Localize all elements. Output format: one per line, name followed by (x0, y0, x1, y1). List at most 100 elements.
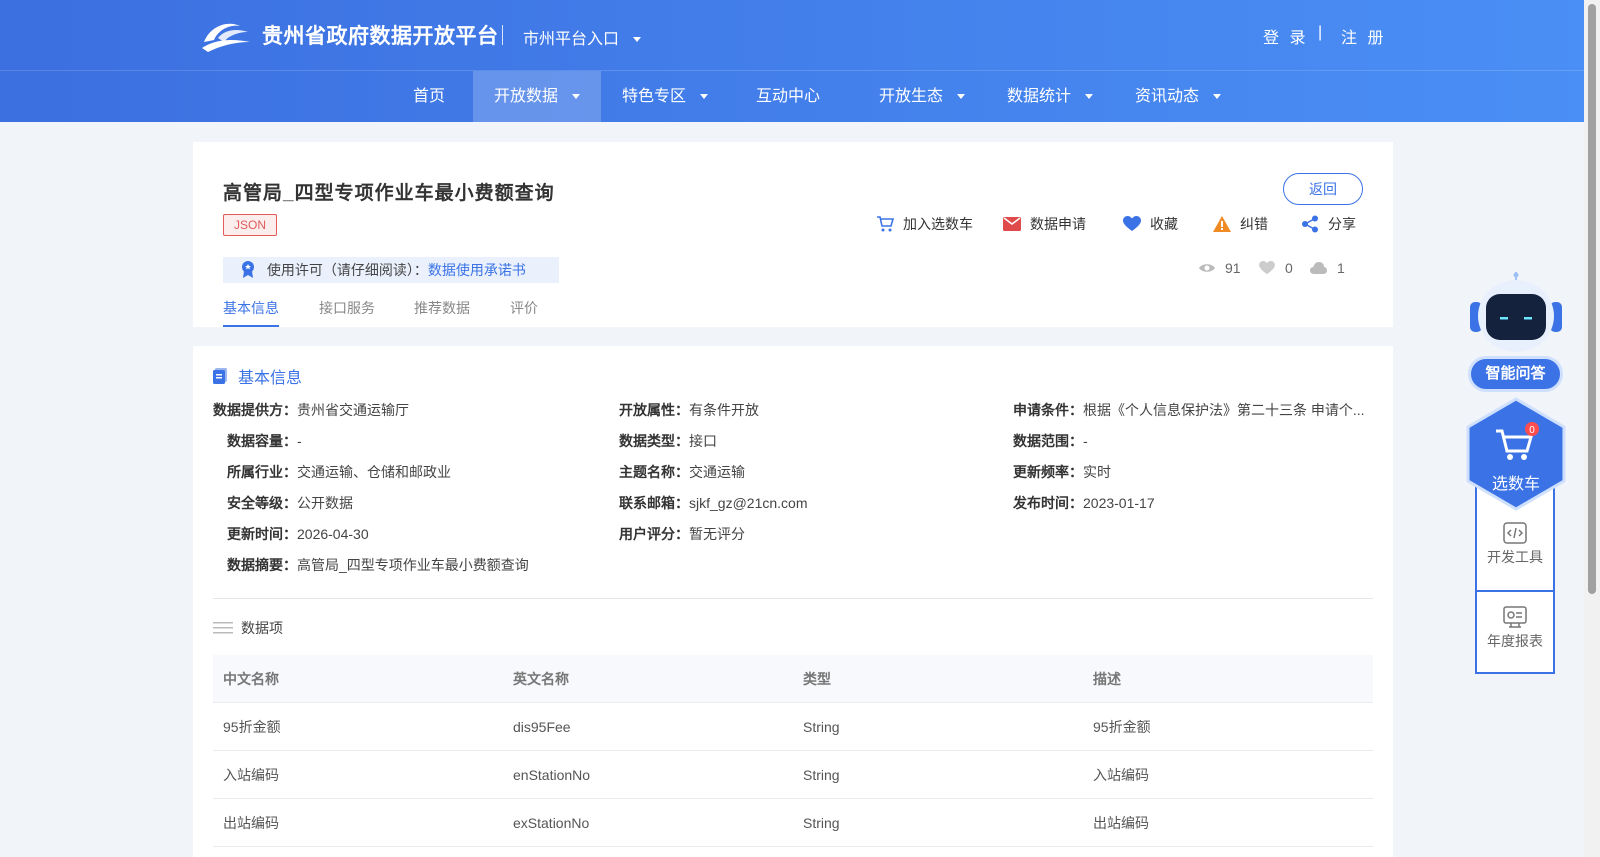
section-divider (213, 598, 1373, 599)
field-industry: 所属行业：交通运输、仓储和邮政业 (227, 462, 451, 482)
field-value: 2026-04-30 (297, 526, 369, 542)
nav-item-special[interactable]: 特色专区 (601, 71, 729, 123)
share-button[interactable]: 分享 (1301, 214, 1356, 234)
back-button[interactable]: 返回 (1283, 173, 1363, 205)
annual-report-label: 年度报表 (1487, 633, 1543, 649)
chevron-down-icon (572, 94, 580, 100)
column-header: 英文名称 (513, 671, 569, 687)
doc-icon (213, 368, 227, 384)
likes-count: 0 (1285, 260, 1293, 276)
top-header: 贵州省政府数据开放平台 市州平台入口 登 录 | 注 册 (0, 0, 1584, 70)
field-key: 数据容量： (227, 433, 297, 449)
field-key: 数据类型： (619, 433, 689, 449)
chevron-down-icon (957, 94, 965, 100)
tab-recommended[interactable]: 推荐数据 (414, 298, 470, 327)
warning-icon (1213, 216, 1231, 232)
table-cell: String (803, 815, 840, 831)
nav-item-label: 首页 (412, 88, 445, 105)
login-link[interactable]: 登 录 (1263, 24, 1308, 48)
field-key: 数据提供方： (213, 402, 297, 418)
table-cell: 出站编码 (1093, 815, 1149, 831)
report-error-label: 纠错 (1240, 216, 1268, 232)
field-key: 数据范围： (1013, 433, 1083, 449)
license-label: 使用许可（请仔细阅读）： (266, 262, 428, 278)
field-value: - (297, 433, 302, 449)
data-apply-button[interactable]: 数据申请 (1003, 214, 1086, 234)
tab-review[interactable]: 评价 (510, 298, 538, 327)
favorite-button[interactable]: 收藏 (1123, 214, 1178, 234)
nav-item-label: 互动中心 (755, 88, 820, 105)
dev-tools-button[interactable]: 开发工具 (1477, 522, 1553, 567)
field-provider: 数据提供方：贵州省交通运输厅 (213, 400, 409, 420)
field-value: 高管局_四型专项作业车最小费额查询 (297, 557, 529, 573)
cart-label[interactable]: 选数车 (1466, 470, 1566, 494)
nav-item-home[interactable]: 首页 (380, 71, 478, 123)
field-topic: 主题名称：交通运输 (619, 462, 745, 482)
field-email: 联系邮箱：sjkf_gz@21cn.com (619, 493, 807, 513)
site-title[interactable]: 贵州省政府数据开放平台 (262, 20, 499, 50)
field-value: 交通运输 (689, 464, 745, 480)
downloads-count: 1 (1337, 260, 1345, 276)
downloads-stat: 1 (1310, 260, 1345, 276)
nav-item-label: 数据统计 (1006, 88, 1071, 105)
field-key: 数据摘要： (227, 557, 297, 573)
panel-divider (1477, 590, 1553, 592)
field-key: 安全等级： (227, 495, 297, 511)
table-header-row: 中文名称 英文名称 类型 描述 (213, 655, 1373, 703)
add-to-cart-label: 加入选数车 (903, 216, 973, 232)
annual-report-button[interactable]: 年度报表 (1477, 606, 1553, 651)
table-row: 入站编码 enStationNo String 入站编码 (213, 751, 1373, 799)
field-key: 联系邮箱： (619, 495, 689, 511)
nav-item-label: 开放生态 (878, 88, 943, 105)
dataset-title: 高管局_四型专项作业车最小费额查询 (223, 183, 555, 204)
logo-icon[interactable] (200, 16, 252, 54)
license-link[interactable]: 数据使用承诺书 (428, 262, 526, 278)
field-value: 2023-01-17 (1083, 495, 1155, 511)
field-value: 交通运输、仓储和邮政业 (297, 464, 451, 480)
nav-item-open-data[interactable]: 开放数据 (473, 71, 601, 123)
column-header: 描述 (1093, 671, 1121, 687)
basic-info-card: 基本信息 数据提供方：贵州省交通运输厅 数据容量：- 所属行业：交通运输、仓储和… (193, 346, 1393, 857)
views-count: 91 (1225, 260, 1241, 276)
field-key: 所属行业： (227, 464, 297, 480)
field-summary: 数据摘要：高管局_四型专项作业车最小费额查询 (227, 555, 529, 575)
robot-icon[interactable] (1470, 272, 1562, 354)
field-open-attr: 开放属性：有条件开放 (619, 400, 759, 420)
nav-item-ecosystem[interactable]: 开放生态 (858, 71, 986, 123)
nav-item-label: 特色专区 (621, 88, 686, 105)
field-value: 公开数据 (297, 495, 353, 511)
table-cell: 95折金额 (1093, 719, 1151, 735)
code-icon (1503, 522, 1527, 544)
data-items-table: 中文名称 英文名称 类型 描述 95折金额 dis95Fee String 95… (213, 655, 1373, 847)
share-icon (1302, 215, 1318, 233)
nav-item-interaction[interactable]: 互动中心 (738, 71, 838, 123)
field-value: 有条件开放 (689, 402, 759, 418)
table-row: 出站编码 exStationNo String 出站编码 (213, 799, 1373, 847)
scrollbar-thumb[interactable] (1588, 4, 1596, 594)
field-publish: 发布时间：2023-01-17 (1013, 493, 1155, 513)
report-error-button[interactable]: 纠错 (1213, 214, 1268, 234)
likes-stat: 0 (1259, 260, 1293, 276)
register-link[interactable]: 注 册 (1341, 24, 1386, 48)
license-badge-icon (242, 261, 254, 278)
tab-api-service[interactable]: 接口服务 (319, 298, 375, 327)
city-entry-dropdown[interactable]: 市州平台入口 (523, 25, 642, 49)
cart-count: 0 (1529, 425, 1535, 436)
table-cell: String (803, 767, 840, 783)
field-value: 实时 (1083, 464, 1111, 480)
nav-item-news[interactable]: 资讯动态 (1114, 71, 1242, 123)
list-icon (213, 622, 233, 634)
format-tag: JSON (223, 214, 278, 236)
table-cell: 出站编码 (223, 815, 279, 831)
field-data-type: 数据类型：接口 (619, 431, 717, 451)
column-header: 中文名称 (223, 671, 279, 687)
auth-separator: | (1318, 24, 1323, 41)
nav-item-statistics[interactable]: 数据统计 (986, 71, 1114, 123)
ai-qa-button[interactable]: 智能问答 (1468, 356, 1563, 392)
add-to-cart-button[interactable]: 加入选数车 (876, 214, 973, 234)
page-scrollbar[interactable] (1584, 0, 1600, 857)
field-security: 安全等级：公开数据 (227, 493, 353, 513)
field-value: sjkf_gz@21cn.com (689, 495, 808, 511)
tab-basic-info[interactable]: 基本信息 (223, 298, 279, 327)
mail-icon (1003, 217, 1021, 231)
